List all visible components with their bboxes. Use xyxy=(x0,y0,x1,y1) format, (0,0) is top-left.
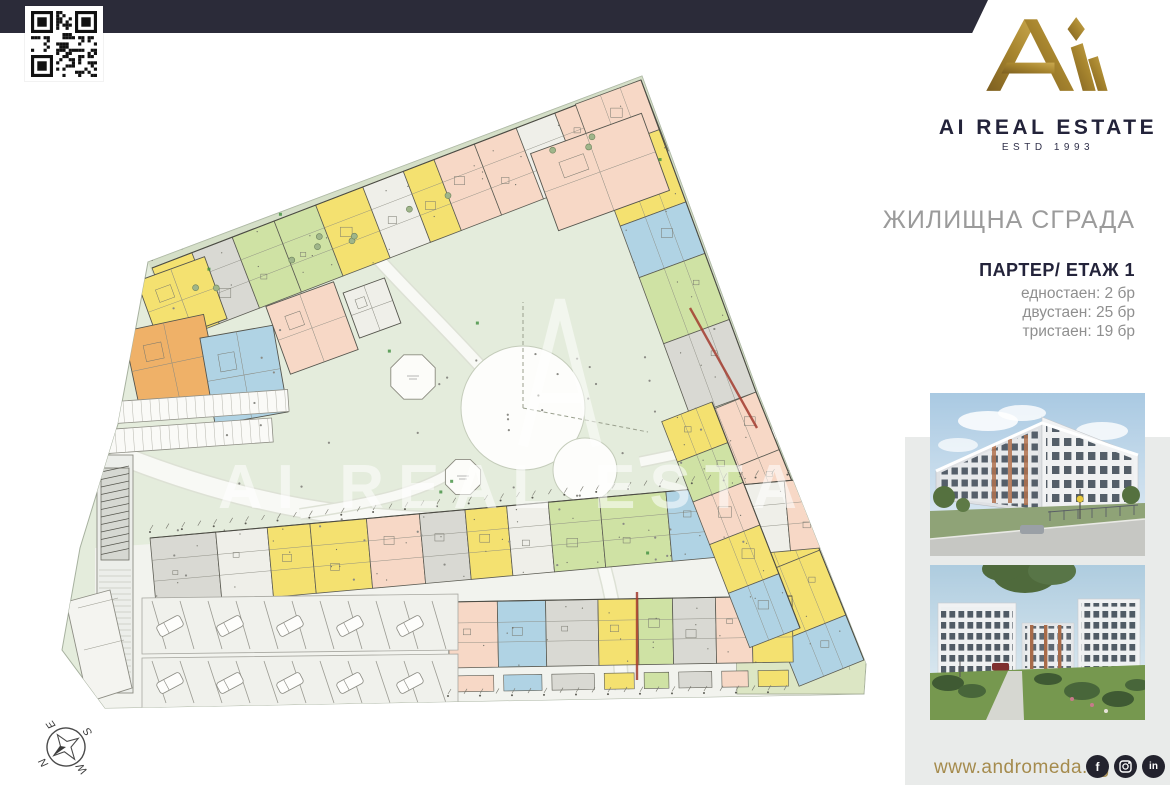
svg-text:AI REAL ESTATE: AI REAL ESTATE xyxy=(218,453,890,522)
building-render-1 xyxy=(930,393,1145,556)
brand-estd: ESTD 1993 xyxy=(928,142,1168,153)
top-accent-bar xyxy=(0,0,988,33)
stat-three-room: тристаен: 19 бр xyxy=(1021,322,1135,341)
floor-label: ПАРТЕР/ ЕТАЖ 1 xyxy=(979,260,1135,281)
compass-e: E xyxy=(44,717,58,730)
compass-n: N xyxy=(37,756,51,769)
site-plan: AI REAL ESTATE xyxy=(40,60,890,720)
brand-name: AI REAL ESTATE xyxy=(928,116,1168,140)
brochure-page: AI REAL ESTATE N E S W xyxy=(0,0,1170,785)
facebook-icon[interactable]: f xyxy=(1086,755,1109,778)
apartment-stats: едностаен: 2 бр двустаен: 25 бр тристаен… xyxy=(1021,284,1135,341)
compass-icon: N E S W xyxy=(26,714,104,780)
social-icons: f in xyxy=(1086,755,1165,778)
stat-one-room: едностаен: 2 бр xyxy=(1021,284,1135,303)
instagram-icon[interactable] xyxy=(1114,755,1137,778)
building-render-2 xyxy=(930,565,1145,720)
brand-logo-icon xyxy=(983,8,1113,100)
linkedin-icon[interactable]: in xyxy=(1142,755,1165,778)
stat-two-room: двустаен: 25 бр xyxy=(1021,303,1135,322)
building-title: ЖИЛИЩНА СГРАДА xyxy=(883,206,1135,235)
compass-s: S xyxy=(81,725,95,738)
website-link[interactable]: www.andromeda.bg xyxy=(934,757,1110,779)
compass-w: W xyxy=(73,760,90,777)
